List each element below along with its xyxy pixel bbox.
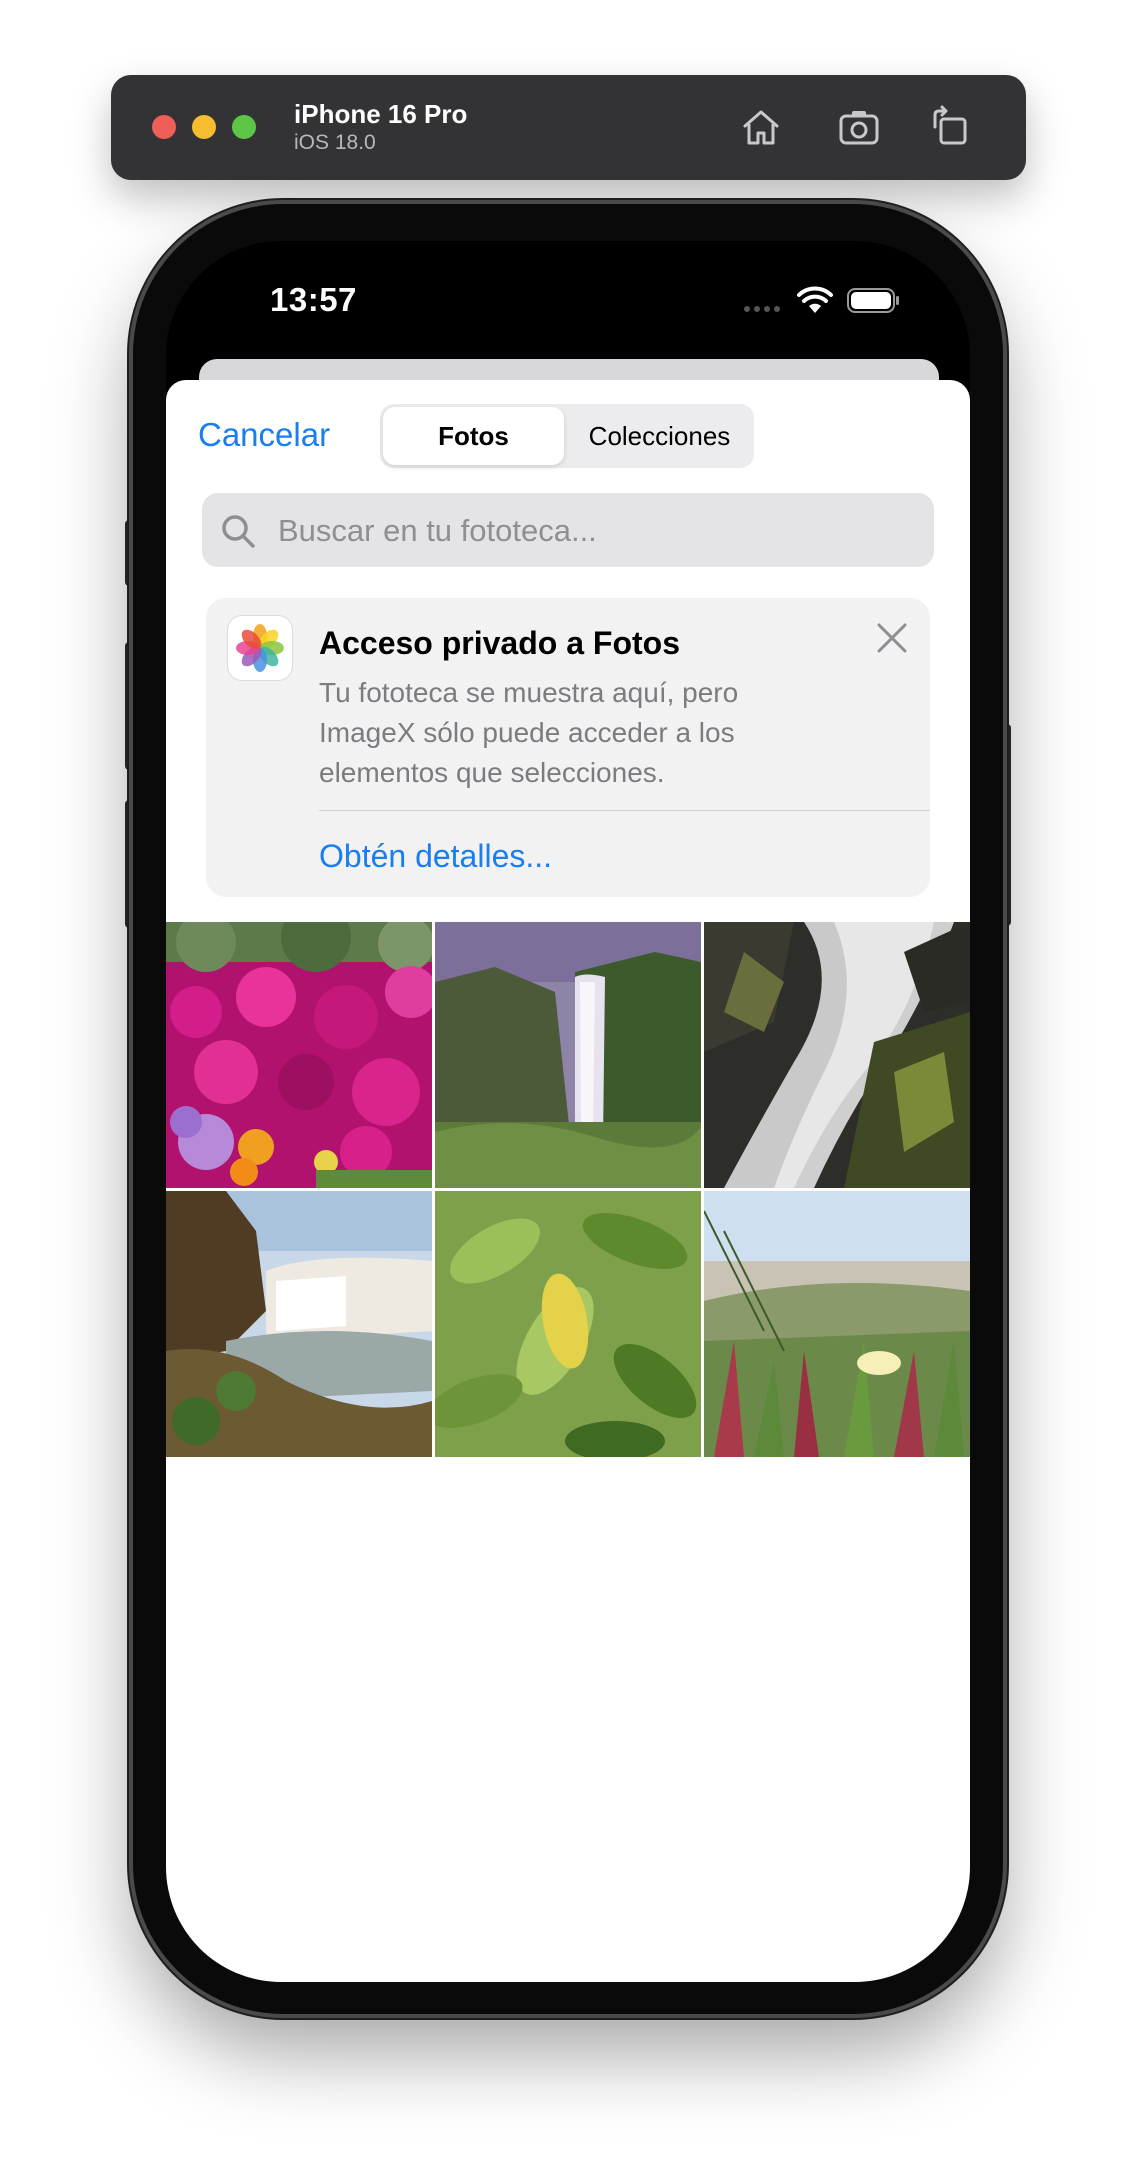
screenshot-icon — [839, 111, 879, 145]
wifi-icon — [797, 286, 833, 313]
close-icon[interactable] — [872, 618, 912, 658]
device-screen: 13:57 Cancelar Fotos Colecciones Buscar … — [166, 241, 970, 1982]
cellular-signal-icon — [744, 306, 780, 312]
rotate-button[interactable] — [925, 103, 975, 153]
banner-title: Acceso privado a Fotos — [319, 625, 680, 661]
photo-thumbnail[interactable] — [435, 922, 701, 1188]
minimize-window-button[interactable] — [192, 115, 216, 139]
photo-thumbnail[interactable] — [166, 922, 432, 1188]
photos-app-icon — [228, 616, 292, 680]
zoom-window-button[interactable] — [232, 115, 256, 139]
cancel-button[interactable]: Cancelar — [198, 416, 330, 454]
battery-icon — [847, 288, 899, 313]
simulator-toolbar: iPhone 16 Pro iOS 18.0 — [111, 75, 1026, 180]
tab-colecciones[interactable]: Colecciones — [568, 407, 751, 465]
segmented-control: Fotos Colecciones — [380, 404, 754, 468]
home-button[interactable] — [736, 103, 786, 153]
search-bar — [202, 493, 934, 569]
close-window-button[interactable] — [152, 115, 176, 139]
device-name: iPhone 16 Pro — [294, 99, 468, 129]
photo-grid — [166, 922, 970, 1458]
banner-body: Tu fototeca se muestra aquí, pero ImageX… — [319, 677, 739, 788]
photo-thumbnail[interactable] — [435, 1191, 701, 1457]
status-time: 13:57 — [270, 281, 357, 318]
tab-fotos[interactable]: Fotos — [383, 407, 564, 465]
photo-thumbnail[interactable] — [166, 1191, 432, 1457]
photo-thumbnail[interactable] — [704, 1191, 970, 1457]
photo-thumbnail[interactable] — [704, 922, 970, 1188]
photo-picker-sheet: Cancelar Fotos Colecciones Buscar en tu … — [166, 380, 970, 1982]
search-icon — [222, 515, 255, 548]
search-input[interactable] — [276, 493, 920, 569]
privacy-banner: Acceso privado a Fotos Tu fototeca se mu… — [206, 598, 930, 897]
banner-divider — [319, 810, 930, 811]
home-icon — [743, 110, 779, 145]
os-version: iOS 18.0 — [294, 131, 376, 154]
rotate-icon — [933, 105, 967, 145]
details-link[interactable]: Obtén detalles... — [319, 838, 552, 875]
screenshot-button[interactable] — [834, 103, 884, 153]
